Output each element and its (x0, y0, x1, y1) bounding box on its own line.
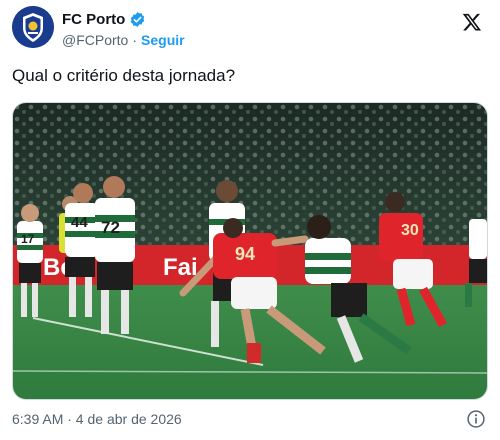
follow-button[interactable]: Seguir (141, 32, 185, 48)
avatar[interactable] (12, 6, 54, 48)
board-text-2: Fai (163, 254, 198, 281)
jersey-number-30: 30 (401, 222, 419, 239)
tweet-timestamp[interactable]: 6:39 AM · 4 de abr de 2026 (12, 411, 182, 427)
x-logo-icon[interactable] (462, 12, 482, 37)
jersey-number-44: 44 (71, 214, 88, 231)
jersey-number-94: 94 (235, 244, 255, 264)
account-name[interactable]: FC Porto (62, 11, 125, 28)
handle-separator: · (132, 32, 138, 48)
tweet-media-image[interactable]: Be Fai Ba 17 (12, 102, 488, 400)
jersey-number-72: 72 (101, 218, 120, 237)
jersey-number-17: 17 (21, 232, 35, 246)
verified-badge-icon (129, 11, 146, 28)
tweet-card: FC Porto @FCPorto · Seguir Qual o critér… (0, 0, 500, 440)
account-handle[interactable]: @FCPorto (62, 32, 128, 48)
tweet-header: FC Porto @FCPorto · Seguir (12, 6, 490, 56)
tweet-text: Qual o critério desta jornada? (12, 66, 236, 85)
info-icon[interactable] (466, 409, 486, 434)
